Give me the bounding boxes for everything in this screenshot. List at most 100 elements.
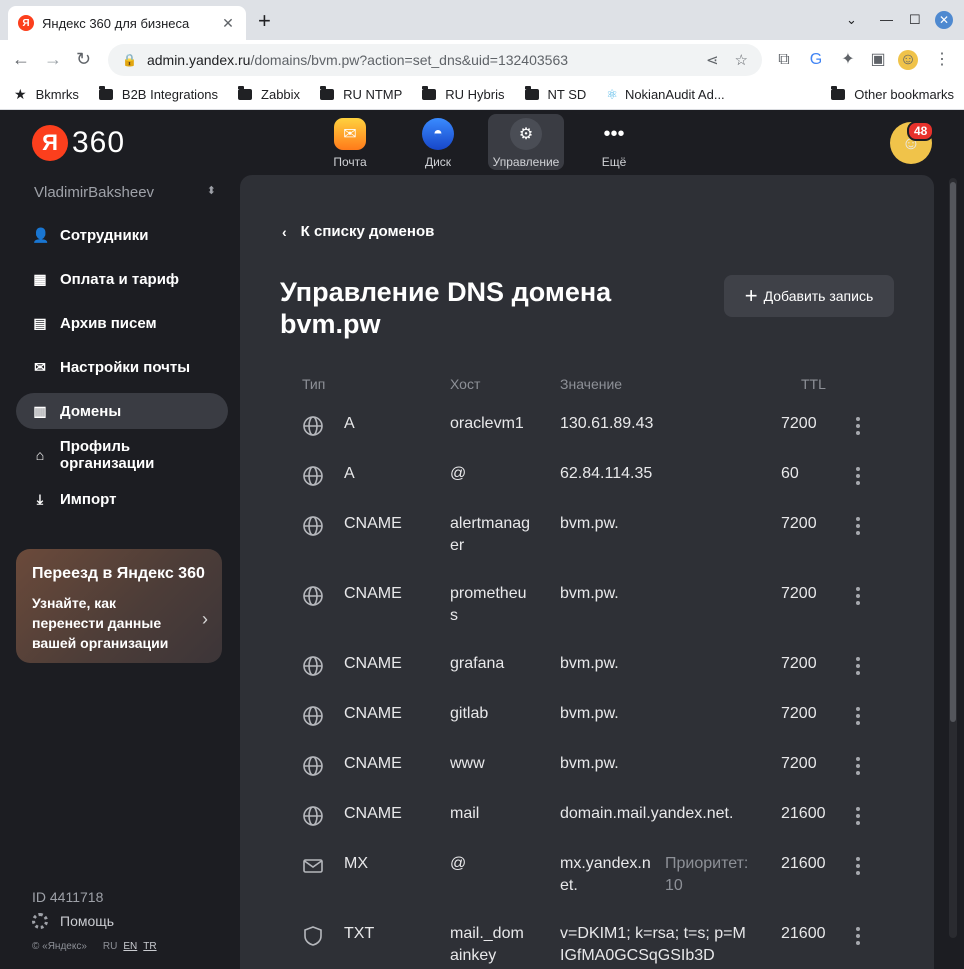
sidebar-item-import[interactable]: ⤓ Импорт [16,481,228,517]
reload-icon[interactable]: ↻ [76,49,91,70]
url-text[interactable]: admin.yandex.ru/domains/bvm.pw?action=se… [147,52,690,68]
sidebar-item-archive[interactable]: ▤ Архив писем [16,305,228,341]
extensions-icon[interactable]: ✦ [838,50,858,70]
record-host: gitlab [450,705,489,722]
app-more[interactable]: ••• Ещё [576,114,652,170]
bookmark-bkmrks[interactable]: ★ Bkmrks [14,86,79,103]
row-more-menu-icon[interactable] [854,657,862,675]
close-tab-icon[interactable]: ✕ [220,15,236,32]
record-value: 130.61.89.43 [560,415,654,432]
sidebar-item-employees[interactable]: 👤 Сотрудники [16,217,228,253]
tab-groups-icon[interactable]: ⧉ [774,50,794,70]
record-value: v=DKIM1; k=rsa; t=s; p=MIGfMA0GCSqGSIb3D [560,925,746,964]
record-ttl: 21600 [781,925,826,942]
sidebar-item-org-profile[interactable]: ⌂ Профиль организации [16,437,228,473]
help-icon [32,913,48,929]
forward-arrow-icon[interactable]: → [44,49,62,70]
record-type: CNAME [344,755,402,772]
app-disk[interactable]: ◓ Диск [400,114,476,170]
bookmark-nokian-audit[interactable]: ⚛ NokianAudit Ad... [606,87,724,103]
scrollbar[interactable] [949,178,957,938]
app-admin[interactable]: ⚙ Управление [488,114,564,170]
address-bar[interactable]: 🔒 admin.yandex.ru/domains/bvm.pw?action=… [108,44,762,76]
page-title: Управление DNS домена bvm.pw [280,277,612,339]
minimize-icon[interactable]: — [880,12,893,27]
lang-ru[interactable]: RU [103,941,117,952]
browser-menu-icon[interactable]: ⋮ [932,50,952,70]
record-ttl: 21600 [781,805,826,822]
lang-en[interactable]: EN [123,941,137,952]
add-record-button[interactable]: + Добавить запись [724,275,894,317]
row-more-menu-icon[interactable] [854,417,862,435]
window-close-icon[interactable]: ✕ [935,11,953,29]
record-ttl: 7200 [781,585,817,602]
record-type: CNAME [344,515,402,532]
back-arrow-icon[interactable]: ← [12,49,30,70]
browser-tab[interactable]: Я Яндекс 360 для бизнеса ✕ [8,6,246,40]
col-header-type: Тип [302,376,326,392]
org-selector[interactable]: VladimirBaksheev ⬍ [34,184,216,201]
col-header-host: Хост [450,376,481,392]
maximize-icon[interactable]: ☐ [909,12,921,28]
yandex-logo-icon: Я [32,125,68,161]
grid-icon: ▦ [33,270,47,287]
side-panel-icon[interactable]: ▣ [868,50,888,70]
row-more-menu-icon[interactable] [854,707,862,725]
bookmark-nt-sd[interactable]: NT SD [524,86,586,102]
record-type: MX [344,855,368,872]
disk-icon: ◓ [422,118,454,150]
scrollbar-thumb[interactable] [950,182,956,722]
migration-promo-card[interactable]: Переезд в Яндекс 360 Узнайте, как перене… [16,549,222,663]
star-icon: ★ [14,86,27,102]
record-host: @ [450,855,467,872]
row-more-menu-icon[interactable] [854,587,862,605]
yandex-360-logo[interactable]: Я 360 [32,125,125,161]
new-tab-icon[interactable]: + [258,10,271,32]
record-type: CNAME [344,705,402,722]
record-priority: Приоритет: 10 [665,855,749,894]
bookmark-other[interactable]: Other bookmarks [831,86,954,102]
record-value: bvm.pw. [560,705,619,722]
tab-search-icon[interactable]: ⌄ [846,12,857,28]
folder-icon [831,86,846,100]
col-header-ttl: TTL [801,376,826,392]
sidebar-item-mail-settings[interactable]: ✉ Настройки почты [16,349,228,385]
logo-360: 360 [72,126,126,159]
lock-icon[interactable]: 🔒 [122,53,137,67]
record-value: bvm.pw. [560,655,619,672]
archive-icon: ▤ [33,314,47,331]
sidebar-item-billing[interactable]: ▦ Оплата и тариф [16,261,228,297]
share-icon[interactable]: ⋖ [706,51,719,69]
plus-icon: + [744,283,758,308]
back-to-domains-link[interactable]: ‹ К списку доменов [282,223,434,240]
row-more-menu-icon[interactable] [854,467,862,485]
shield-icon [302,925,324,947]
row-more-menu-icon[interactable] [854,857,862,875]
chevron-left-icon: ‹ [282,223,287,240]
lang-tr[interactable]: TR [143,941,156,952]
app-mail[interactable]: ✉ Почта [312,114,388,170]
globe-icon [302,755,324,777]
row-more-menu-icon[interactable] [854,807,862,825]
sidebar-item-domains[interactable]: ▥ Домены [16,393,228,429]
bookmark-zabbix[interactable]: Zabbix [238,86,300,102]
bookmark-ru-ntmp[interactable]: RU NTMP [320,86,402,102]
profile-avatar-icon[interactable]: ☺ [898,50,918,70]
record-type: CNAME [344,655,402,672]
globe-icon [302,415,324,437]
row-more-menu-icon[interactable] [854,927,862,945]
row-more-menu-icon[interactable] [854,517,862,535]
help-link[interactable]: Помощь [32,913,114,929]
record-ttl: 60 [781,465,799,482]
person-icon: 👤 [32,226,50,243]
globe-icon [302,705,324,727]
record-value: bvm.pw. [560,515,619,532]
folder-icon [98,86,113,100]
translate-icon[interactable]: G [806,50,826,70]
promo-title: Переезд в Яндекс 360 [32,565,205,582]
record-host: mail [450,805,480,822]
row-more-menu-icon[interactable] [854,757,862,775]
bookmark-b2b[interactable]: B2B Integrations [98,86,218,102]
bookmark-star-icon[interactable]: ☆ [735,51,748,69]
bookmark-ru-hybris[interactable]: RU Hybris [422,86,505,102]
